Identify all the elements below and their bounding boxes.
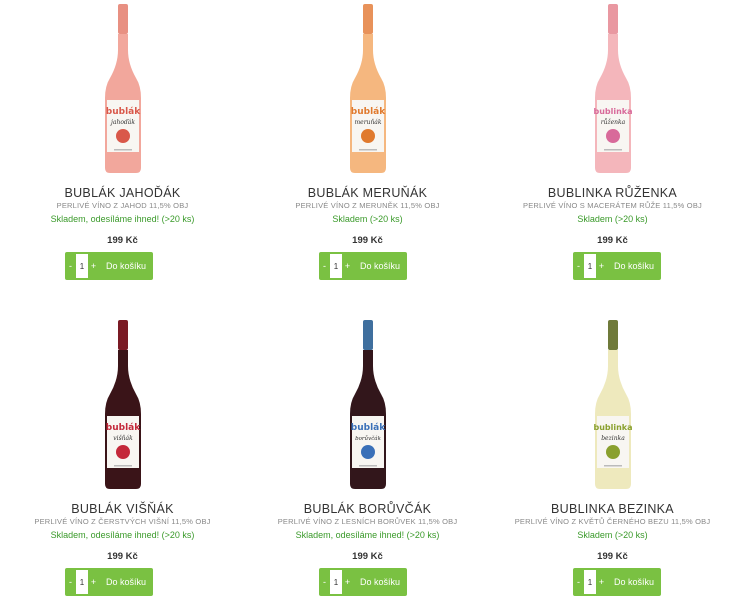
svg-text:bublinka: bublinka — [593, 107, 632, 116]
quantity-input[interactable]: 1 — [584, 254, 596, 278]
product-description: PERLIVÉ VÍNO Z MERUNĚK 11,5% OBJ — [295, 201, 440, 210]
wine-bottle-image: bublák borůvčák — [349, 320, 386, 489]
wine-bottle-image: bublák višňák — [104, 320, 141, 489]
add-to-cart-button[interactable]: Do košíku — [353, 568, 407, 596]
quantity-input[interactable]: 1 — [330, 570, 342, 594]
decrease-quantity-button[interactable]: - — [319, 252, 330, 280]
product-name[interactable]: BUBLÁK MERUŇÁK — [245, 186, 490, 200]
product-price: 199 Kč — [352, 551, 383, 562]
svg-text:meruňák: meruňák — [354, 119, 381, 126]
product-name[interactable]: BUBLÁK BORŮVČÁK — [245, 502, 490, 516]
product-name[interactable]: BUBLÁK VIŠŇÁK — [0, 502, 245, 516]
wine-bottle-image: bublinka růženka — [593, 4, 632, 173]
increase-quantity-button[interactable]: + — [596, 568, 607, 596]
svg-text:růženka: růženka — [600, 119, 625, 126]
quantity-input[interactable]: 1 — [330, 254, 342, 278]
product-grid: bublák jahoďák BUBLÁK JAHOĎÁK PERLIVÉ VÍ… — [0, 0, 736, 600]
product-description: PERLIVÉ VÍNO Z ČERSTVÝCH VIŠNÍ 11,5% OBJ — [34, 517, 211, 526]
product-price: 199 Kč — [107, 551, 138, 562]
product-name[interactable]: BUBLÁK JAHOĎÁK — [0, 186, 245, 200]
add-to-cart-button[interactable]: Do košíku — [607, 568, 661, 596]
add-to-cart-group: - 1 + Do košíku — [319, 568, 407, 596]
svg-text:bublák: bublák — [105, 423, 140, 433]
add-to-cart-group: - 1 + Do košíku — [573, 252, 661, 280]
decrease-quantity-button[interactable]: - — [573, 252, 584, 280]
increase-quantity-button[interactable]: + — [596, 252, 607, 280]
svg-text:borůvčák: borůvčák — [355, 435, 381, 442]
product-description: PERLIVÉ VÍNO Z LESNÍCH BORŮVEK 11,5% OBJ — [277, 517, 458, 526]
quantity-input[interactable]: 1 — [76, 254, 88, 278]
wine-bottle-image: bublák meruňák — [349, 4, 386, 173]
add-to-cart-group: - 1 + Do košíku — [65, 252, 153, 280]
decrease-quantity-button[interactable]: - — [65, 568, 76, 596]
product-card: bublinka růženka BUBLINKA RŮŽENKA PERLIV… — [490, 0, 735, 300]
increase-quantity-button[interactable]: + — [88, 568, 99, 596]
add-to-cart-button[interactable]: Do košíku — [99, 252, 153, 280]
stock-status: Skladem (>20 ks) — [577, 214, 648, 224]
decrease-quantity-button[interactable]: - — [65, 252, 76, 280]
wine-bottle-image: bublinka bezinka — [593, 320, 632, 489]
quantity-input[interactable]: 1 — [584, 570, 596, 594]
product-description: PERLIVÉ VÍNO Z KVĚTŮ ČERNÉHO BEZU 11,5% … — [514, 517, 711, 526]
stock-status: Skladem (>20 ks) — [332, 214, 403, 224]
stock-status: Skladem (>20 ks) — [577, 530, 648, 540]
product-image-link[interactable]: bublák borůvčák — [245, 316, 490, 496]
product-card: bublinka bezinka BUBLINKA BEZINKA PERLIV… — [490, 316, 735, 600]
svg-text:bublák: bublák — [350, 107, 385, 117]
increase-quantity-button[interactable]: + — [342, 252, 353, 280]
product-name[interactable]: BUBLINKA BEZINKA — [490, 502, 735, 516]
svg-text:bublák: bublák — [105, 107, 140, 117]
product-card: bublák meruňák BUBLÁK MERUŇÁK PERLIVÉ VÍ… — [245, 0, 490, 300]
stock-status: Skladem, odesíláme ihned! (>20 ks) — [295, 530, 440, 540]
increase-quantity-button[interactable]: + — [88, 252, 99, 280]
product-card: bublák višňák BUBLÁK VIŠŇÁK PERLIVÉ VÍNO… — [0, 316, 245, 600]
stock-status: Skladem, odesíláme ihned! (>20 ks) — [50, 214, 195, 224]
product-description: PERLIVÉ VÍNO S MACERÁTEM RŮŽE 11,5% OBJ — [523, 201, 702, 210]
product-image-link[interactable]: bublák jahoďák — [0, 0, 245, 180]
quantity-input[interactable]: 1 — [76, 570, 88, 594]
svg-text:bublák: bublák — [350, 423, 385, 433]
stock-status: Skladem, odesíláme ihned! (>20 ks) — [50, 530, 195, 540]
product-image-link[interactable]: bublinka bezinka — [490, 316, 735, 496]
add-to-cart-button[interactable]: Do košíku — [99, 568, 153, 596]
svg-text:jahoďák: jahoďák — [109, 119, 135, 126]
product-card: bublák borůvčák BUBLÁK BORŮVČÁK PERLIVÉ … — [245, 316, 490, 600]
product-price: 199 Kč — [597, 551, 628, 562]
product-description: PERLIVÉ VÍNO Z JAHOD 11,5% OBJ — [56, 201, 189, 210]
svg-text:bublinka: bublinka — [593, 423, 632, 432]
product-price: 199 Kč — [107, 235, 138, 246]
add-to-cart-group: - 1 + Do košíku — [65, 568, 153, 596]
wine-bottle-image: bublák jahoďák — [104, 4, 141, 173]
product-price: 199 Kč — [597, 235, 628, 246]
product-card: bublák jahoďák BUBLÁK JAHOĎÁK PERLIVÉ VÍ… — [0, 0, 245, 300]
svg-text:bezinka: bezinka — [601, 435, 625, 442]
add-to-cart-group: - 1 + Do košíku — [319, 252, 407, 280]
increase-quantity-button[interactable]: + — [342, 568, 353, 596]
add-to-cart-button[interactable]: Do košíku — [353, 252, 407, 280]
product-name[interactable]: BUBLINKA RŮŽENKA — [490, 186, 735, 200]
product-image-link[interactable]: bublák višňák — [0, 316, 245, 496]
decrease-quantity-button[interactable]: - — [319, 568, 330, 596]
add-to-cart-button[interactable]: Do košíku — [607, 252, 661, 280]
product-price: 199 Kč — [352, 235, 383, 246]
svg-text:višňák: višňák — [113, 435, 133, 442]
product-image-link[interactable]: bublinka růženka — [490, 0, 735, 180]
add-to-cart-group: - 1 + Do košíku — [573, 568, 661, 596]
product-image-link[interactable]: bublák meruňák — [245, 0, 490, 180]
decrease-quantity-button[interactable]: - — [573, 568, 584, 596]
